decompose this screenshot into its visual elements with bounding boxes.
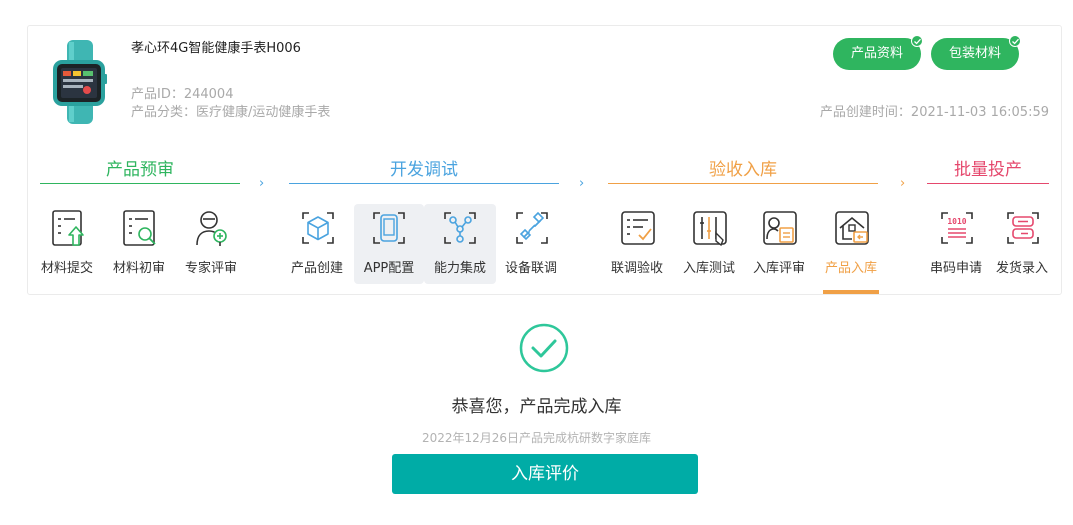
stage-title-acceptance: 验收入库	[709, 160, 777, 180]
active-step-indicator	[823, 290, 879, 294]
step-product-create[interactable]: 产品创建	[284, 204, 350, 284]
chevron-right-icon: ›	[579, 176, 585, 191]
expert-icon	[196, 211, 227, 246]
step-label: 设备联调	[504, 261, 557, 276]
cube-icon	[302, 212, 334, 244]
stage-title-dev: 开发调试	[390, 160, 458, 180]
product-image	[53, 40, 107, 124]
chevron-right-icon: ›	[259, 176, 265, 191]
test-icon	[693, 211, 727, 247]
storage-evaluation-button[interactable]: 入库评价	[392, 454, 698, 494]
step-label: 产品入库	[824, 261, 877, 276]
step-label: 发货录入	[995, 261, 1048, 276]
chevron-right-icon: ›	[900, 176, 906, 191]
upload-doc-icon	[52, 210, 84, 246]
product-docs-badge[interactable]: 产品资料	[833, 35, 923, 70]
step-shipping-entry[interactable]: 发货录入	[989, 204, 1055, 284]
code-icon: 1010	[941, 212, 973, 244]
stage-line	[289, 183, 559, 184]
stage-line	[608, 183, 878, 184]
step-label: 专家评审	[184, 261, 237, 276]
stage-title-prereview: 产品预审	[106, 160, 174, 180]
product-name: 孝心环4G智能健康手表H006	[131, 41, 301, 56]
step-material-submit[interactable]: 材料提交	[34, 204, 100, 284]
success-message: 恭喜您，产品完成入库	[451, 397, 622, 417]
step-expert-review[interactable]: 专家评审	[178, 204, 244, 284]
packaging-badge[interactable]: 包装材料	[931, 35, 1021, 70]
step-storage-review[interactable]: 入库评审	[746, 204, 812, 284]
stage-line	[927, 183, 1049, 184]
link-icon	[516, 211, 548, 244]
product-card: 孝心环4G智能健康手表H006 产品ID：244004 产品分类：医疗健康/运动…	[27, 25, 1062, 295]
step-capability-integration[interactable]: 能力集成	[424, 204, 496, 284]
success-check-icon	[519, 323, 569, 373]
product-id: 产品ID：244004	[131, 87, 234, 102]
phone-icon	[373, 212, 405, 244]
network-icon	[444, 212, 476, 244]
product-category: 产品分类：医疗健康/运动健康手表	[131, 105, 331, 120]
stage-title-production: 批量投产	[954, 160, 1022, 180]
warehouse-icon	[835, 211, 869, 245]
check-icon	[911, 35, 923, 47]
check-icon	[1009, 35, 1021, 47]
doc-search-icon	[123, 210, 156, 246]
checklist-icon	[621, 211, 655, 245]
stage-line	[40, 183, 240, 184]
step-material-review[interactable]: 材料初审	[106, 204, 172, 284]
step-storage-test[interactable]: 入库测试	[676, 204, 742, 284]
step-debug-acceptance[interactable]: 联调验收	[604, 204, 670, 284]
svg-text:1010: 1010	[947, 217, 966, 226]
success-subtext: 2022年12月26日产品完成杭研数字家庭库	[421, 431, 652, 445]
badge-label: 包装材料	[948, 46, 1001, 61]
step-device-debug[interactable]: 设备联调	[498, 204, 564, 284]
step-product-storage[interactable]: 产品入库	[818, 204, 884, 284]
shipping-icon	[1007, 212, 1039, 244]
review-icon	[763, 211, 797, 245]
badge-label: 产品资料	[850, 46, 903, 61]
product-created-time: 产品创建时间：2021-11-03 16:05:59	[819, 105, 1049, 120]
